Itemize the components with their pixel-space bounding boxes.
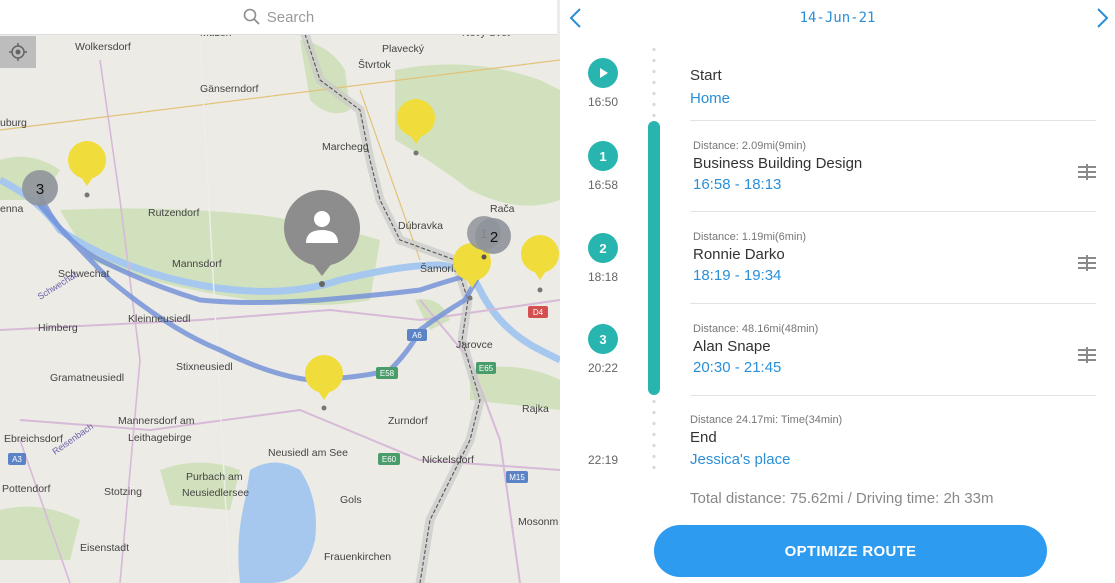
- chevron-right-icon[interactable]: [1092, 6, 1112, 30]
- road-badge-a3: A3: [12, 455, 22, 464]
- stop-marker[interactable]: [305, 355, 343, 411]
- start-place[interactable]: Home: [690, 90, 1096, 107]
- crosshair-icon: [9, 43, 27, 61]
- stop-time-window: 18:19 - 19:34: [693, 267, 782, 284]
- map-place-label: enna: [0, 203, 24, 215]
- end-place[interactable]: Jessica's place: [690, 451, 1096, 468]
- map-place-label: Leithagebirge: [128, 432, 192, 444]
- end-title: End: [690, 429, 717, 446]
- map-place-label: Gols: [340, 494, 362, 506]
- map-place-label: Kleinneusiedl: [128, 313, 190, 325]
- timeline-node[interactable]: 3: [588, 324, 618, 354]
- map-place-label: Purbach am: [186, 471, 243, 483]
- map-place-label: uburg: [0, 117, 27, 129]
- stop-marker[interactable]: [68, 141, 106, 198]
- stop-name: Alan Snape: [693, 338, 771, 355]
- search-bar[interactable]: Search: [0, 0, 557, 35]
- cluster-count: 2: [490, 229, 498, 246]
- road-badge-e58: E58: [380, 369, 395, 378]
- map-place-label: Dúbravka: [398, 220, 443, 232]
- stop-item[interactable]: Distance: 1.19mi(6min) Ronnie Darko 18:1…: [690, 211, 1096, 303]
- map-place-label: Mannersdorf am: [118, 415, 195, 427]
- timeline-time: 20:22: [587, 361, 619, 375]
- search-icon: [243, 8, 260, 25]
- map-place-label: Rutzendorf: [148, 207, 199, 219]
- road-badge-e65: E65: [479, 364, 494, 373]
- map-place-label: Pottendorf: [2, 483, 51, 495]
- drag-handle-icon[interactable]: [1078, 347, 1096, 367]
- start-title: Start: [690, 67, 722, 84]
- date-header: 14-Jun-21: [560, 0, 1115, 36]
- map-place-label: Rajka: [522, 403, 549, 415]
- map-place-label: Štvrtok: [358, 58, 391, 71]
- start-stop[interactable]: Start Home: [690, 64, 1096, 107]
- map-place-label: Frauenkirchen: [324, 551, 391, 563]
- map-canvas[interactable]: Wolkersdorf Plavecký Štvrtok Gänserndorf ubu…: [0, 34, 560, 583]
- map-place-label: Zurndorf: [388, 415, 428, 427]
- cluster-marker[interactable]: 2: [475, 218, 511, 254]
- timeline-time: 16:58: [587, 178, 619, 192]
- cluster-marker[interactable]: 3: [22, 170, 58, 206]
- end-distance: Distance 24.17mi: Time(34min): [690, 414, 843, 426]
- stop-time-window: 16:58 - 18:13: [693, 176, 782, 193]
- stop-name: Business Building Design: [693, 155, 863, 172]
- stop-item[interactable]: Distance: 48.16mi(48min) Alan Snape 20:3…: [690, 303, 1096, 395]
- timeline-time: 22:19: [587, 453, 619, 467]
- search-input[interactable]: Search: [267, 9, 315, 26]
- timeline-start-node[interactable]: [588, 58, 618, 88]
- road-badge-a6: A6: [412, 331, 422, 340]
- end-stop[interactable]: Distance 24.17mi: Time(34min) End Jessic…: [690, 395, 1096, 476]
- map-place-label: Mannsdorf: [172, 258, 222, 270]
- map-place-label: Gramatneusiedl: [50, 372, 124, 384]
- map-place-label: Mosonm: [518, 516, 559, 528]
- stop-distance: Distance: 48.16mi(48min): [693, 323, 819, 335]
- map-place-label: Stixneusiedl: [176, 361, 233, 373]
- cluster-count: 3: [36, 181, 44, 198]
- drag-handle-icon[interactable]: [1078, 255, 1096, 275]
- route-summary: Total distance: 75.62mi / Driving time: …: [690, 490, 994, 507]
- stop-item[interactable]: Distance: 2.09mi(9min) Business Building…: [690, 120, 1096, 211]
- stop-name: Ronnie Darko: [693, 246, 785, 263]
- map-place-label: Jarovce: [456, 339, 493, 351]
- road-badge-m15: M15: [509, 473, 525, 482]
- current-date: 14-Jun-21: [799, 10, 876, 26]
- map-pane[interactable]: Search Wolkersdorf Plavecký Štvrtok Gäns…: [0, 0, 560, 583]
- map-place-label: Wolkersdorf: [75, 41, 131, 53]
- map-place-label: Himberg: [38, 322, 78, 334]
- stop-marker[interactable]: [521, 235, 559, 293]
- map-place-label: Nickelsdorf: [422, 454, 474, 466]
- road-badge-e60: E60: [382, 455, 397, 464]
- optimize-route-button[interactable]: OPTIMIZE ROUTE: [654, 525, 1047, 577]
- route-panel: 14-Jun-21 16:50 1 16:58 2 18:18 3 20:22 …: [560, 0, 1115, 583]
- map-place-label: Rača: [490, 203, 515, 215]
- play-icon: [600, 68, 608, 78]
- timeline-node[interactable]: 1: [588, 141, 618, 171]
- map-place-label: Marchegg: [322, 141, 369, 153]
- map-place-label: Ebreichsdorf: [4, 433, 63, 445]
- map-place-label: Eisenstadt: [80, 542, 129, 554]
- timeline-node[interactable]: 2: [588, 233, 618, 263]
- timeline-time: 18:18: [587, 270, 619, 284]
- timeline-active-bar: [648, 121, 660, 395]
- map-place-label: Neusiedlersee: [182, 487, 249, 499]
- map-place-label: Neusiedl am See: [268, 447, 348, 459]
- timeline-time: 16:50: [587, 95, 619, 109]
- stop-time-window: 20:30 - 21:45: [693, 359, 782, 376]
- stop-distance: Distance: 2.09mi(9min): [693, 140, 807, 152]
- map-place-label: Gänserndorf: [200, 83, 258, 95]
- lake: [238, 462, 316, 583]
- map-place-label: Stotzing: [104, 486, 142, 498]
- map-place-label: Plavecký: [382, 43, 425, 55]
- locate-button[interactable]: [0, 36, 36, 68]
- road-badge-d4: D4: [533, 308, 544, 317]
- drag-handle-icon[interactable]: [1078, 164, 1096, 184]
- stop-distance: Distance: 1.19mi(6min): [693, 231, 807, 243]
